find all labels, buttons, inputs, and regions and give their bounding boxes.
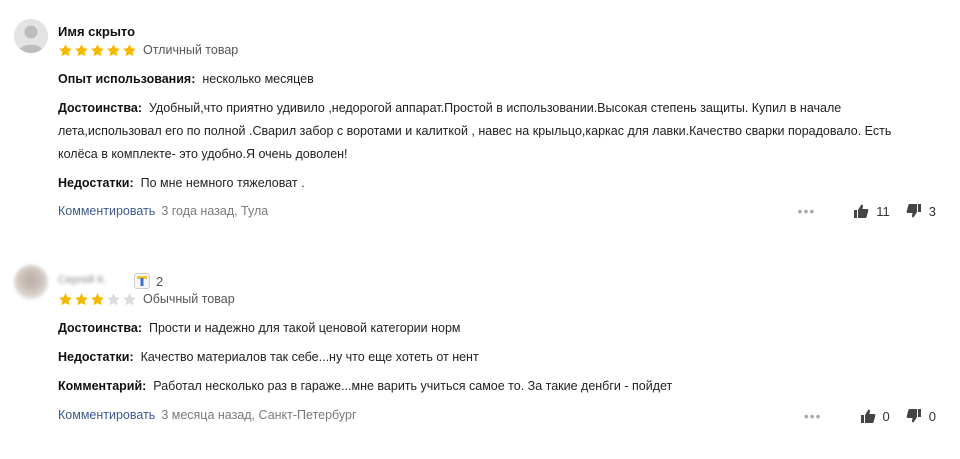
field-label: Опыт использования: <box>58 72 196 86</box>
field-text: Удобный,что приятно удивило ,недорогой а… <box>58 101 892 161</box>
thumb-up-icon <box>854 204 869 218</box>
field-label: Недостатки: <box>58 350 134 364</box>
like-count: 11 <box>876 203 890 219</box>
user-avatar-icon <box>14 19 48 53</box>
avatar <box>14 265 48 299</box>
review-footer: Комментировать 3 года назад, Тула <box>58 204 268 218</box>
badge-icon <box>134 273 150 289</box>
author-name[interactable]: Сергей К. <box>58 274 107 286</box>
star-icon <box>59 44 72 57</box>
badge-count: 2 <box>156 274 164 289</box>
like-button[interactable]: 11 <box>853 203 890 219</box>
avatar <box>14 19 48 53</box>
star-icon <box>123 44 136 57</box>
field-label: Недостатки: <box>58 176 134 190</box>
field-text: Качество материалов так себе...ну что ещ… <box>140 350 479 364</box>
field-label: Комментарий: <box>58 379 147 393</box>
field-text: По мне немного тяжеловат . <box>140 176 305 190</box>
field-pros: Достоинства: Удобный,что приятно удивило… <box>58 97 910 166</box>
field-cons: Недостатки: Качество материалов так себе… <box>58 346 910 369</box>
badge-shape <box>137 276 147 286</box>
field-usage: Опыт использования: несколько месяцев <box>58 68 910 91</box>
review-footer: Комментировать 3 месяца назад, Санкт-Пете… <box>58 408 357 422</box>
like-count: 0 <box>882 408 890 424</box>
rating-stars <box>58 43 137 58</box>
like-button[interactable]: 0 <box>860 408 890 424</box>
comment-link[interactable]: Комментировать <box>58 408 155 422</box>
star-icon <box>107 293 120 306</box>
author-name[interactable]: Имя скрыто <box>58 24 135 39</box>
dislike-count: 0 <box>928 408 936 424</box>
star-icon <box>75 44 88 57</box>
review-meta: 3 года назад, Тула <box>161 204 269 218</box>
rating-label: Отличный товар <box>143 43 239 57</box>
star-icon <box>75 293 88 306</box>
field-label: Достоинства: <box>58 321 143 335</box>
thumb-down-icon <box>906 204 921 218</box>
dislike-count: 3 <box>928 203 936 219</box>
review-actions: ••• 0 0 <box>804 408 936 424</box>
thumb-up-icon <box>860 409 875 423</box>
more-dots-icon[interactable]: ••• <box>798 203 816 219</box>
rating-stars <box>58 292 137 307</box>
rating-label: Обычный товар <box>143 292 235 306</box>
star-icon <box>59 293 72 306</box>
field-cons: Недостатки: По мне немного тяжеловат . <box>58 172 910 195</box>
star-icon <box>123 293 136 306</box>
field-comment: Комментарий: Работал несколько раз в гар… <box>58 375 910 398</box>
field-label: Достоинства: <box>58 101 143 115</box>
field-text: Работал несколько раз в гараже...мне вар… <box>153 379 673 393</box>
review-meta: 3 месяца назад, Санкт-Петербург <box>161 408 357 422</box>
star-icon <box>91 293 104 306</box>
star-icon <box>107 44 120 57</box>
review-actions: ••• 11 3 <box>798 203 936 219</box>
field-pros: Достоинства: Прости и надежно для такой … <box>58 317 910 340</box>
dislike-button[interactable]: 0 <box>906 408 936 424</box>
thumb-down-icon <box>906 409 921 423</box>
star-icon <box>91 44 104 57</box>
more-dots-icon[interactable]: ••• <box>804 408 822 424</box>
comment-link[interactable]: Комментировать <box>58 204 155 218</box>
field-text: несколько месяцев <box>202 72 314 86</box>
field-text: Прости и надежно для такой ценовой катег… <box>148 321 461 335</box>
dislike-button[interactable]: 3 <box>906 203 936 219</box>
